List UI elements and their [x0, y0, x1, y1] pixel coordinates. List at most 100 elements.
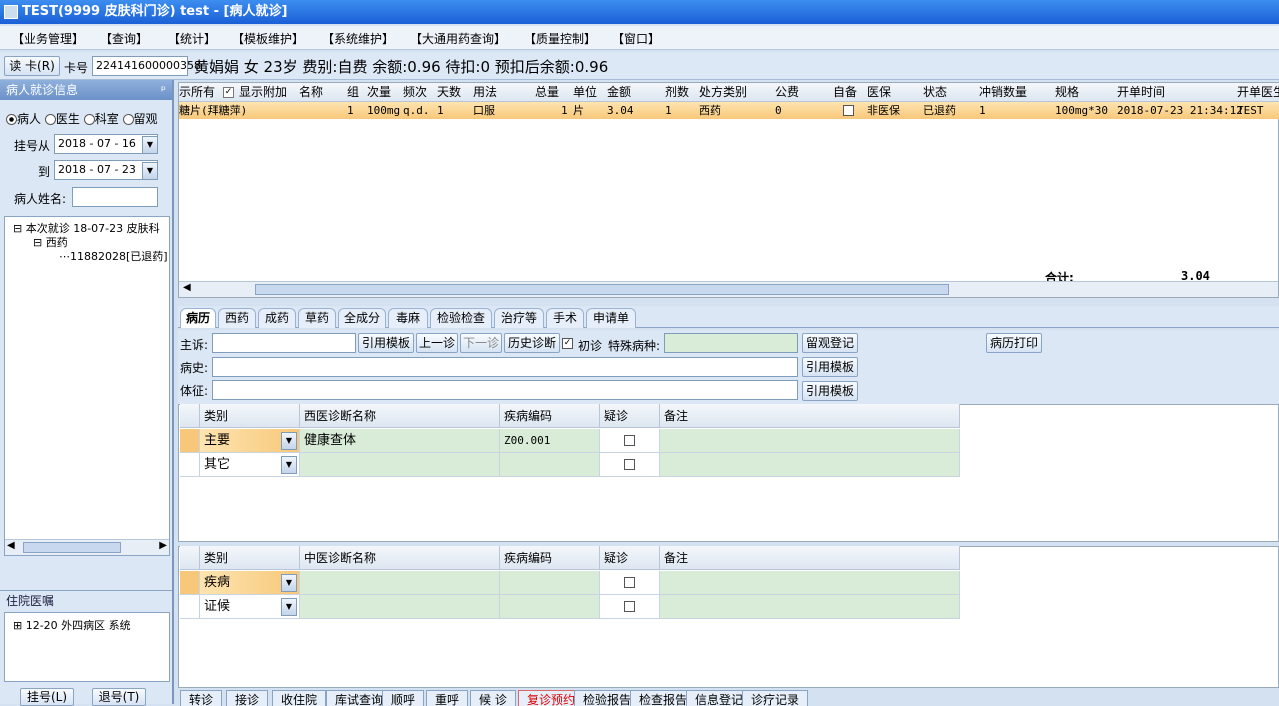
scroll-thumb[interactable] [255, 284, 949, 295]
col-group[interactable]: 组 [347, 83, 363, 101]
suspect-checkbox[interactable] [624, 435, 635, 446]
history-template-button[interactable]: 引用模板 [802, 357, 858, 377]
menu-template[interactable]: 【模板维护】 [232, 30, 304, 47]
suspect-cell[interactable] [600, 429, 660, 453]
type-select[interactable]: 疾病 ▼ [200, 571, 300, 595]
remark-cell[interactable] [660, 595, 960, 619]
next-visit-button[interactable]: 下一诊 [460, 333, 502, 353]
unregister-button[interactable]: 退号(T) [92, 688, 146, 706]
tab-patent[interactable]: 成药 [258, 308, 296, 328]
col-offset[interactable]: 冲销数量 [979, 83, 1051, 101]
suspect-cell[interactable] [600, 595, 660, 619]
scroll-left-icon[interactable]: ◀ [183, 282, 191, 293]
register-button[interactable]: 挂号(L) [20, 688, 74, 706]
diagnosis-cell[interactable]: 健康查体 [300, 429, 500, 453]
chevron-down-icon[interactable]: ▼ [281, 432, 297, 450]
history-input[interactable] [212, 357, 798, 377]
diagnosis-cell[interactable] [300, 571, 500, 595]
history-diagnosis-button[interactable]: 历史诊断 [504, 333, 560, 353]
col-self[interactable]: 自备 [833, 83, 863, 101]
radio-patient[interactable] [6, 114, 17, 125]
col-doctor[interactable]: 开单医生 [1237, 83, 1279, 101]
code-cell[interactable] [500, 453, 600, 477]
scroll-thumb[interactable] [23, 542, 121, 553]
suspect-cell[interactable] [600, 453, 660, 477]
col-amount[interactable]: 金额 [607, 83, 663, 101]
col-total[interactable]: 总量 [535, 83, 571, 101]
chevron-down-icon[interactable]: ▼ [281, 574, 297, 592]
radio-observe[interactable] [122, 114, 134, 125]
col-usage[interactable]: 用法 [473, 83, 533, 101]
menu-business[interactable]: 【业务管理】 [12, 30, 84, 47]
sign-template-button[interactable]: 引用模板 [802, 381, 858, 401]
remark-cell[interactable] [660, 571, 960, 595]
read-card-button[interactable]: 读 卡(R) [4, 56, 60, 76]
pin-icon[interactable]: ᵖ [161, 80, 166, 100]
code-cell[interactable]: Z00.001 [500, 429, 600, 453]
menu-drug-query[interactable]: 【大通用药查询】 [410, 30, 506, 47]
menu-query[interactable]: 【查询】 [100, 30, 148, 47]
menu-quality[interactable]: 【质量控制】 [524, 30, 596, 47]
scroll-right-icon[interactable]: ▶ [159, 540, 167, 551]
tab-request[interactable]: 申请单 [586, 308, 636, 328]
col-status[interactable]: 状态 [923, 83, 977, 101]
chief-input[interactable] [212, 333, 356, 353]
col-time[interactable]: 开单时间 [1117, 83, 1237, 101]
suspect-checkbox[interactable] [624, 601, 635, 612]
diagnosis-cell[interactable] [300, 595, 500, 619]
radio-dept[interactable] [83, 114, 95, 125]
tab-narcotic[interactable]: 毒麻 [388, 308, 428, 328]
show-extra-checkbox[interactable]: ✓ [223, 87, 234, 98]
tab-all-ingredients[interactable]: 全成分 [338, 308, 386, 328]
patient-name-input[interactable] [72, 187, 158, 207]
tab-herbal[interactable]: 草药 [298, 308, 336, 328]
chevron-down-icon[interactable]: ▼ [281, 598, 297, 616]
col-freq[interactable]: 频次 [403, 83, 433, 101]
special-disease-input[interactable] [664, 333, 798, 353]
col-spec[interactable]: 规格 [1055, 83, 1115, 101]
menu-system[interactable]: 【系统维护】 [322, 30, 394, 47]
template-button[interactable]: 引用模板 [358, 333, 414, 353]
tab-treatment[interactable]: 治疗等 [494, 308, 544, 328]
tab-western[interactable]: 西药 [218, 308, 256, 328]
print-record-button[interactable]: 病历打印 [986, 333, 1042, 353]
suspect-checkbox[interactable] [624, 459, 635, 470]
col-rx-type[interactable]: 处方类别 [699, 83, 771, 101]
diagnosis-cell[interactable] [300, 453, 500, 477]
chevron-down-icon[interactable]: ▼ [281, 456, 297, 474]
chevron-down-icon[interactable]: ▼ [142, 162, 158, 180]
menu-window[interactable]: 【窗口】 [612, 30, 660, 47]
show-all-toggle[interactable]: 示所有 [179, 83, 215, 101]
col-name[interactable]: 名称 [299, 83, 343, 101]
tab-surgery[interactable]: 手术 [546, 308, 584, 328]
table-row[interactable] [179, 102, 1279, 119]
tab-record[interactable]: 病历 [180, 308, 216, 328]
row-self-checkbox[interactable] [843, 105, 854, 116]
menu-stats[interactable]: 【统计】 [168, 30, 216, 47]
sign-input[interactable] [212, 380, 798, 400]
remark-cell[interactable] [660, 453, 960, 477]
type-select[interactable]: 主要 ▼ [200, 429, 300, 453]
col-unit[interactable]: 单位 [573, 83, 603, 101]
type-select[interactable]: 其它 ▼ [200, 453, 300, 477]
col-days[interactable]: 天数 [437, 83, 465, 101]
prev-visit-button[interactable]: 上一诊 [416, 333, 458, 353]
card-number-field[interactable]: 224141600000358 [92, 56, 201, 76]
type-select[interactable]: 证候 ▼ [200, 595, 300, 619]
tab-lab[interactable]: 检验检查 [430, 308, 492, 328]
remark-cell[interactable] [660, 429, 960, 453]
col-insurance[interactable]: 医保 [867, 83, 919, 101]
radio-doctor[interactable] [44, 114, 56, 125]
tree-item[interactable]: ⋯11882028[已退药] [59, 248, 168, 264]
tree-scrollbar[interactable]: ◀ ▶ [5, 539, 169, 555]
col-public[interactable]: 公费 [775, 83, 831, 101]
col-dose[interactable]: 次量 [367, 83, 399, 101]
col-doses[interactable]: 剂数 [665, 83, 695, 101]
suspect-cell[interactable] [600, 571, 660, 595]
chevron-down-icon[interactable]: ▼ [142, 136, 158, 154]
code-cell[interactable] [500, 595, 600, 619]
grid-scrollbar[interactable]: ◀ [179, 281, 1278, 297]
scroll-left-icon[interactable]: ◀ [7, 540, 15, 551]
inpatient-item[interactable]: ⊞ 12-20 外四病区 系统 [13, 617, 131, 633]
suspect-checkbox[interactable] [624, 577, 635, 588]
